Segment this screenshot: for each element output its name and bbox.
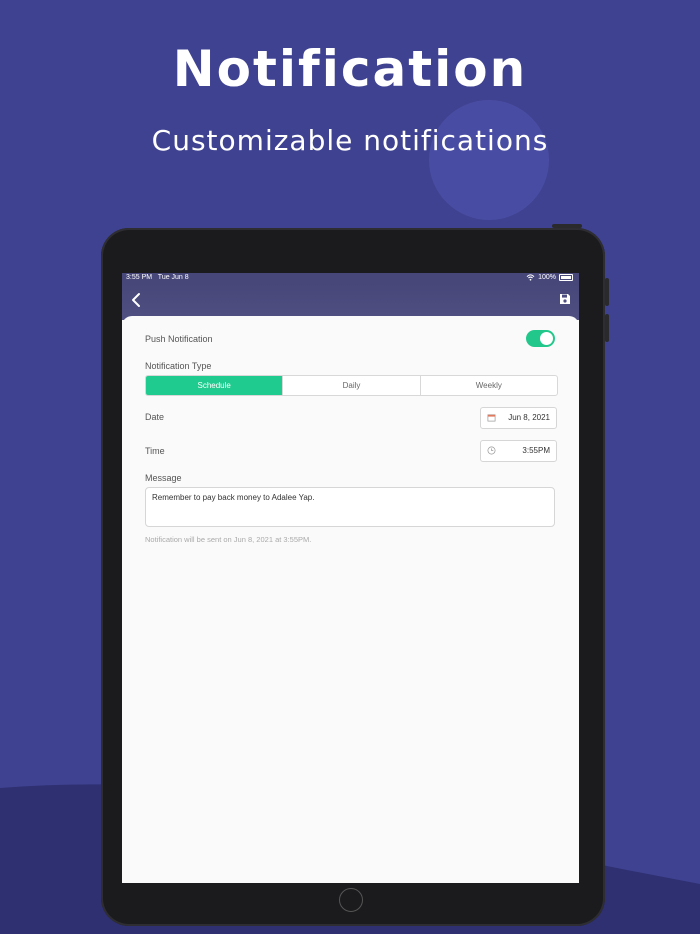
segment-schedule[interactable]: Schedule bbox=[146, 376, 283, 395]
settings-sheet: Push Notification Notification Type Sche… bbox=[122, 316, 579, 883]
chevron-left-icon[interactable] bbox=[128, 291, 144, 309]
tablet-screen: 3:55 PM Tue Jun 8 100% Push Notification bbox=[122, 273, 579, 883]
promo-title: Notification bbox=[172, 40, 528, 98]
segment-daily[interactable]: Daily bbox=[282, 376, 419, 395]
tablet-top-button bbox=[552, 224, 582, 228]
clock-icon bbox=[487, 446, 496, 455]
toggle-knob bbox=[540, 332, 553, 345]
status-time-date: 3:55 PM Tue Jun 8 bbox=[126, 274, 189, 281]
status-time: 3:55 PM bbox=[126, 274, 153, 281]
floppy-disk-icon[interactable] bbox=[559, 292, 571, 306]
status-indicators: 100% bbox=[526, 274, 573, 281]
status-date: Tue Jun 8 bbox=[157, 274, 189, 281]
date-value: Jun 8, 2021 bbox=[508, 413, 550, 422]
home-button[interactable] bbox=[339, 888, 363, 912]
tablet-volume-up bbox=[605, 278, 609, 306]
battery-icon bbox=[559, 274, 573, 281]
time-value: 3:55PM bbox=[522, 446, 550, 455]
schedule-hint: Notification will be sent on Jun 8, 2021… bbox=[145, 535, 312, 544]
segment-weekly[interactable]: Weekly bbox=[419, 376, 557, 395]
nav-bar bbox=[122, 284, 579, 320]
wifi-icon bbox=[526, 274, 535, 281]
background-circle bbox=[429, 100, 549, 220]
message-textarea[interactable]: Remember to pay back money to Adalee Yap… bbox=[145, 487, 555, 527]
calendar-icon bbox=[487, 414, 496, 422]
date-label: Date bbox=[145, 412, 165, 422]
push-notification-label: Push Notification bbox=[145, 334, 213, 344]
time-picker[interactable]: 3:55PM bbox=[480, 440, 557, 462]
status-bar: 3:55 PM Tue Jun 8 100% bbox=[122, 273, 579, 284]
notification-type-segmented-control: Schedule Daily Weekly bbox=[145, 375, 558, 396]
notification-type-label: Notification Type bbox=[145, 361, 212, 371]
message-label: Message bbox=[145, 473, 182, 483]
date-picker[interactable]: Jun 8, 2021 bbox=[480, 407, 557, 429]
tablet-volume-down bbox=[605, 314, 609, 342]
promo-subtitle: Customizable notifications bbox=[151, 124, 549, 157]
time-label: Time bbox=[145, 446, 165, 456]
battery-percent: 100% bbox=[538, 274, 556, 281]
push-notification-toggle[interactable] bbox=[526, 330, 555, 347]
